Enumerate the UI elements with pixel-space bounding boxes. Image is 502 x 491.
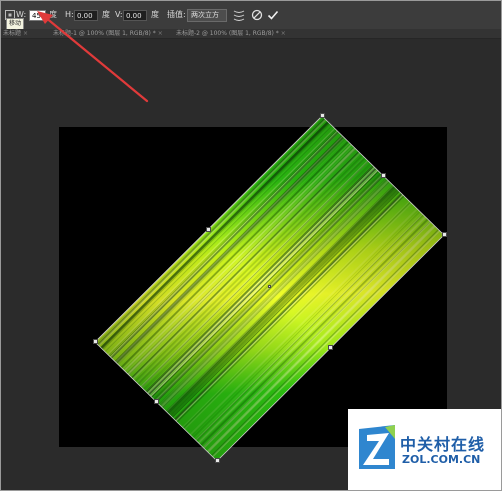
transform-handle-bottom-right[interactable] [328, 345, 333, 350]
tab-untitled-1[interactable]: 未标题-1 @ 100% (图层 1, RGB/8) * × [53, 29, 163, 38]
transform-handle-top[interactable] [320, 113, 325, 118]
watermark-chinese: 中关村在线 [400, 435, 486, 454]
interpolation-select[interactable]: 两次立方 [187, 9, 227, 22]
h-label: H: [65, 10, 74, 19]
v-unit: 度 [151, 10, 159, 19]
app-window: W: 45 度 H: 0.00 度 V: 0.00 度 插值: 两次立方 移动 … [0, 0, 502, 491]
tab-close-icon[interactable]: × [281, 30, 286, 37]
tab-untitled[interactable]: 未标题 × [3, 29, 28, 38]
tab-close-icon[interactable]: × [158, 30, 163, 37]
transform-handle-left[interactable] [93, 339, 98, 344]
warp-icon[interactable] [233, 9, 245, 21]
cancel-icon[interactable] [251, 9, 263, 21]
angle-unit: 度 [49, 10, 57, 19]
tab-label: 未标题 [3, 30, 22, 37]
v-skew-field[interactable]: 0.00 [123, 10, 147, 21]
document-canvas[interactable] [59, 127, 447, 447]
transform-handle-bottom[interactable] [215, 458, 220, 463]
watermark-english: ZOL.COM.CN [402, 453, 481, 466]
interpolation-label: 插值: [167, 10, 186, 19]
tab-label: 未标题-2 @ 100% (图层 1, RGB/8) * [176, 30, 279, 37]
transform-handle-top-right[interactable] [381, 173, 386, 178]
transform-handle-bottom-left[interactable] [154, 399, 159, 404]
commit-icon[interactable] [267, 9, 279, 21]
tab-label: 未标题-1 @ 100% (图层 1, RGB/8) * [53, 30, 156, 37]
tab-untitled-2[interactable]: 未标题-2 @ 100% (图层 1, RGB/8) * × [176, 29, 286, 38]
h-skew-field[interactable]: 0.00 [74, 10, 98, 21]
transform-handle-right[interactable] [442, 232, 447, 237]
transform-center-point[interactable] [268, 285, 271, 288]
transform-handle-top-left[interactable] [206, 227, 211, 232]
interpolation-value: 两次立方 [191, 11, 219, 19]
zol-logo-icon [359, 425, 395, 469]
v-label: V: [115, 10, 123, 19]
document-tab-bar: 未标题 × 未标题-1 @ 100% (图层 1, RGB/8) * × 未标题-2… [1, 29, 501, 39]
h-unit: 度 [102, 10, 110, 19]
zol-watermark: 中关村在线 ZOL.COM.CN [348, 409, 501, 490]
tab-close-icon[interactable]: × [23, 30, 28, 37]
options-bar: W: 45 度 H: 0.00 度 V: 0.00 度 插值: 两次立方 移动 [1, 1, 501, 30]
angle-field[interactable]: 45 [29, 10, 46, 21]
